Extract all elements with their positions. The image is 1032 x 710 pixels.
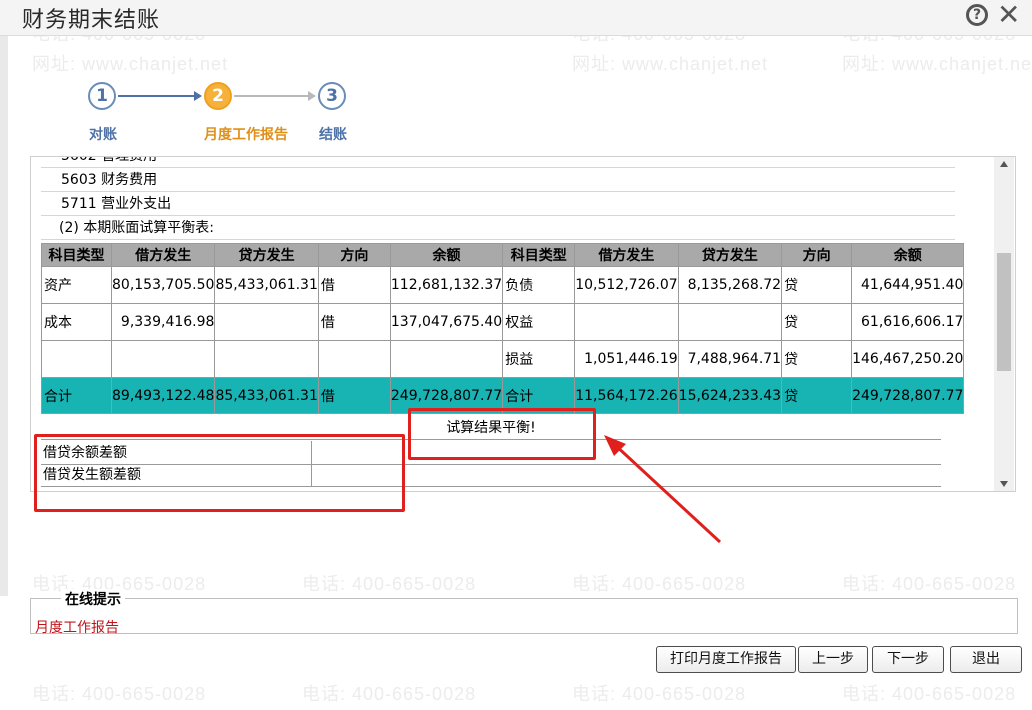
scroll-thumb[interactable] <box>997 253 1011 371</box>
watermark-phone: 电话: 400-665-0028 <box>572 574 747 594</box>
table-cell: 85,433,061.31 <box>214 377 319 414</box>
step-1-circle: 1 <box>88 82 116 110</box>
table-cell: 借 <box>317 377 391 414</box>
previous-step-button[interactable]: 上一步 <box>798 646 868 673</box>
table-row: 资产 80,153,705.50 85,433,061.31 借 112,681… <box>41 266 965 304</box>
column-header: 科目类型 <box>41 243 112 267</box>
table-cell: 146,467,250.20 <box>851 340 965 378</box>
table-cell: 41,644,951.40 <box>851 266 965 304</box>
online-tips-box: 在线提示 月度工作报告 <box>30 589 1018 637</box>
table-cell: 7,488,964.71 <box>677 340 783 378</box>
table-cell: 61,616,606.17 <box>851 303 965 341</box>
table-row: 损益 1,051,446.19 7,488,964.71 贷 146,467,2… <box>41 340 965 378</box>
watermark-phone: 电话: 400-665-0028 <box>302 684 477 704</box>
table-cell <box>214 303 319 341</box>
watermark-phone: 电话: 400-665-0028 <box>842 684 1017 704</box>
account-line: 5602 管理费用 <box>41 157 955 168</box>
column-header: 贷方发生 <box>677 243 783 267</box>
column-header: 余额 <box>389 243 504 267</box>
step-1-label: 对账 <box>89 127 117 143</box>
scroll-down-icon[interactable] <box>1000 481 1008 487</box>
dialog-title: 财务期末结账 <box>22 8 161 33</box>
table-header-row: 科目类型 借方发生 贷方发生 方向 余额 科目类型 借方发生 贷方发生 方向 余… <box>41 243 965 267</box>
close-icon[interactable]: ✕ <box>997 0 1020 31</box>
annotation-arrow-icon <box>604 435 722 544</box>
section-heading: (2) 本期账面试算平衡表: <box>41 217 955 240</box>
exit-button[interactable]: 退出 <box>950 646 1022 673</box>
table-cell: 8,135,268.72 <box>677 266 783 304</box>
table-cell: 借 <box>317 303 391 341</box>
vertical-scrollbar[interactable] <box>994 157 1014 491</box>
tips-link[interactable]: 月度工作报告 <box>35 617 119 637</box>
table-cell <box>110 340 216 378</box>
table-cell: 10,512,726.07 <box>574 266 679 304</box>
watermark-site: 网址: www.chanjet.net <box>572 54 769 74</box>
watermark-phone: 电话: 400-665-0028 <box>842 574 1017 594</box>
table-cell: 负债 <box>502 266 576 304</box>
tips-title: 在线提示 <box>61 589 125 609</box>
table-row: 成本 9,339,416.98 借 137,047,675.40 权益 贷 61… <box>41 303 965 341</box>
watermark-phone: 电话: 400-665-0028 <box>572 684 747 704</box>
step-2-label: 月度工作报告 <box>204 127 288 143</box>
arrow-right-icon <box>194 91 202 101</box>
table-cell: 9,339,416.98 <box>110 303 216 341</box>
step-connector <box>118 95 196 97</box>
column-header: 贷方发生 <box>214 243 319 267</box>
watermark-site: 网址: www.chanjet.net <box>32 54 229 74</box>
table-cell: 合计 <box>41 377 112 414</box>
table-cell: 80,153,705.50 <box>110 266 216 304</box>
table-cell: 137,047,675.40 <box>389 303 504 341</box>
window-edge <box>0 36 8 596</box>
table-cell: 权益 <box>502 303 576 341</box>
table-cell: 1,051,446.19 <box>574 340 679 378</box>
arrow-right-icon <box>308 91 316 101</box>
table-cell: 15,624,233.43 <box>677 377 783 414</box>
watermark-phone: 电话: 400-665-0028 <box>302 574 477 594</box>
table-cell <box>214 340 319 378</box>
table-cell: 损益 <box>502 340 576 378</box>
title-bar: 财务期末结账 ? ✕ <box>0 0 1032 36</box>
column-header: 借方发生 <box>110 243 216 267</box>
column-header: 借方发生 <box>574 243 679 267</box>
print-report-button[interactable]: 打印月度工作报告 <box>656 646 796 673</box>
watermark-phone: 电话: 400-665-0028 <box>32 684 207 704</box>
step-connector <box>234 95 310 97</box>
annotation-box <box>34 434 405 512</box>
question-circle-icon[interactable]: ? <box>966 4 988 26</box>
table-cell: 借 <box>317 266 391 304</box>
table-cell: 成本 <box>41 303 112 341</box>
column-header: 余额 <box>851 243 965 267</box>
table-cell: 贷 <box>781 377 853 414</box>
step-3-label: 结账 <box>319 127 347 143</box>
table-cell: 资产 <box>41 266 112 304</box>
column-header: 方向 <box>781 243 853 267</box>
annotation-box <box>408 408 596 460</box>
table-cell <box>389 340 504 378</box>
table-cell: 贷 <box>781 266 853 304</box>
column-header: 科目类型 <box>502 243 576 267</box>
step-3-circle: 3 <box>318 82 346 110</box>
table-cell: 112,681,132.37 <box>389 266 504 304</box>
account-line: 5603 财务费用 <box>41 169 955 192</box>
column-header: 方向 <box>317 243 391 267</box>
table-cell: 85,433,061.31 <box>214 266 319 304</box>
trial-balance-table: 科目类型 借方发生 贷方发生 方向 余额 科目类型 借方发生 贷方发生 方向 余… <box>41 243 965 414</box>
table-cell: 贷 <box>781 303 853 341</box>
table-cell <box>41 340 112 378</box>
next-step-button[interactable]: 下一步 <box>872 646 944 673</box>
table-cell: 249,728,807.77 <box>851 377 965 414</box>
table-cell: 89,493,122.48 <box>110 377 216 414</box>
table-cell: 贷 <box>781 340 853 378</box>
period-end-closing-dialog: 电话: 400-665-0028 网址: www.chanjet.net 电话:… <box>0 0 1032 710</box>
scroll-up-icon[interactable] <box>1000 161 1008 167</box>
table-cell <box>317 340 391 378</box>
account-line: 5711 营业外支出 <box>41 193 955 216</box>
step-2-circle: 2 <box>204 82 232 110</box>
table-cell <box>677 303 783 341</box>
table-cell <box>574 303 679 341</box>
watermark-site: 网址: www.chanjet.net <box>842 54 1032 74</box>
